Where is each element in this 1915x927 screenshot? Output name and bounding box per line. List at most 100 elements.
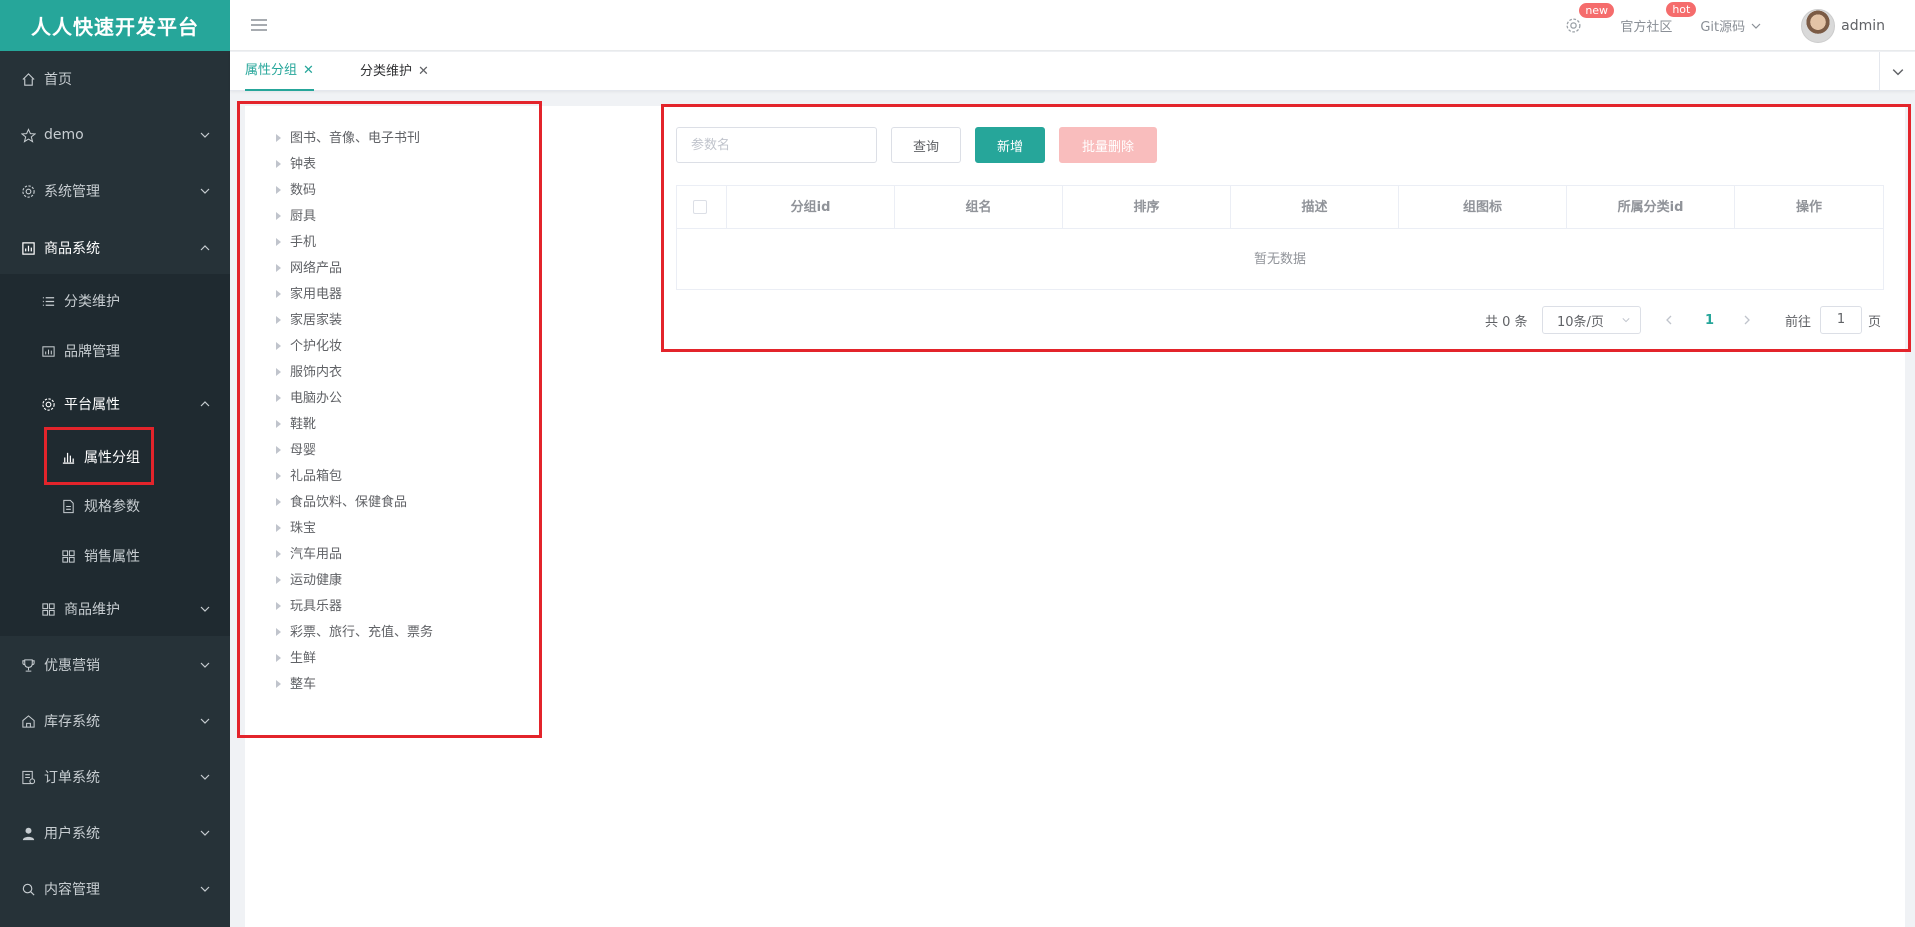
avatar[interactable] bbox=[1801, 8, 1836, 43]
sidebar-item-label: 订单系统 bbox=[44, 770, 100, 786]
menu-toggle-icon[interactable] bbox=[250, 16, 268, 34]
table-header: 分组id 组名 排序 描述 组图标 所属分类id 操作 bbox=[677, 186, 1883, 229]
sidebar-item-sale-attr[interactable]: 销售属性 bbox=[0, 544, 230, 568]
gear-icon bbox=[40, 396, 56, 412]
star-icon bbox=[20, 127, 36, 143]
tab-label: 分类维护 bbox=[360, 64, 413, 79]
goto-suffix: 页 bbox=[1868, 314, 1882, 330]
top-header: new 官方社区 hot Git源码 admin bbox=[230, 0, 1915, 51]
grid-icon bbox=[40, 601, 56, 617]
document-icon bbox=[60, 498, 76, 514]
gear-icon bbox=[20, 183, 36, 199]
git-dropdown[interactable]: Git源码 bbox=[1700, 16, 1761, 35]
sidebar-item-inventory[interactable]: 库存系统 bbox=[0, 709, 230, 733]
chevron-down-icon bbox=[200, 606, 210, 612]
search-icon bbox=[20, 881, 36, 897]
chevron-down-icon bbox=[200, 662, 210, 668]
sidebar-item-label: 品牌管理 bbox=[64, 344, 120, 360]
sidebar-item-label: 用户系统 bbox=[44, 826, 100, 842]
sidebar-item-marketing[interactable]: 优惠营销 bbox=[0, 653, 230, 677]
chevron-down-icon bbox=[200, 774, 210, 780]
chevron-up-icon bbox=[200, 245, 210, 251]
sidebar-item-label: 首页 bbox=[44, 72, 72, 88]
tabs-menu-button[interactable] bbox=[1879, 52, 1915, 91]
empty-text: 暂无数据 bbox=[1253, 252, 1306, 267]
sidebar-item-platform-attr[interactable]: 平台属性 bbox=[0, 392, 230, 416]
sidebar-item-label: 销售属性 bbox=[84, 549, 140, 565]
sidebar-item-product-system[interactable]: 商品系统 bbox=[0, 236, 230, 260]
sidebar-item-label: 优惠营销 bbox=[44, 658, 100, 674]
user-name[interactable]: admin bbox=[1841, 18, 1885, 34]
chevron-down-icon bbox=[200, 718, 210, 724]
highlight-box bbox=[44, 427, 154, 485]
sidebar-item-label: demo bbox=[44, 127, 84, 143]
sidebar-item-orders[interactable]: 订单系统 bbox=[0, 765, 230, 789]
column-header[interactable]: 操作 bbox=[1735, 186, 1883, 229]
add-button[interactable]: 新增 bbox=[975, 127, 1045, 163]
chevron-down-icon bbox=[200, 188, 210, 194]
chevron-down-icon bbox=[200, 830, 210, 836]
user-icon bbox=[20, 825, 36, 841]
column-header[interactable]: 组图标 bbox=[1399, 186, 1567, 229]
chevron-right-icon bbox=[1744, 315, 1750, 325]
settings-button[interactable]: new bbox=[1565, 3, 1615, 34]
chevron-up-icon bbox=[200, 401, 210, 407]
brand-logo: 人人快速开发平台 bbox=[0, 0, 230, 51]
sidebar-item-label: 库存系统 bbox=[44, 714, 100, 730]
sidebar-item-product-maint[interactable]: 商品维护 bbox=[0, 597, 230, 621]
grid-icon bbox=[60, 548, 76, 564]
sidebar-item-label: 商品维护 bbox=[64, 602, 120, 618]
community-label: 官方社区 bbox=[1620, 20, 1673, 35]
product-icon bbox=[20, 240, 36, 256]
chevron-down-icon bbox=[1751, 23, 1761, 29]
goto-prefix: 前往 bbox=[1785, 314, 1812, 330]
column-header[interactable]: 组名 bbox=[895, 186, 1063, 229]
home-icon bbox=[20, 71, 36, 87]
chevron-down-icon bbox=[1892, 68, 1903, 75]
sidebar-item-home[interactable]: 首页 bbox=[0, 67, 230, 91]
header-right: new 官方社区 hot Git源码 admin bbox=[1565, 0, 1915, 51]
select-all-checkbox[interactable] bbox=[693, 200, 707, 214]
close-icon[interactable]: ✕ bbox=[303, 51, 314, 90]
column-header[interactable]: 分组id bbox=[727, 186, 895, 229]
next-page-button[interactable] bbox=[1742, 306, 1752, 334]
brand-icon bbox=[40, 343, 56, 359]
column-header[interactable]: 描述 bbox=[1231, 186, 1399, 229]
chevron-down-icon bbox=[200, 886, 210, 892]
goto-page-input[interactable]: 1 bbox=[1820, 306, 1862, 334]
sidebar-item-system[interactable]: 系统管理 bbox=[0, 179, 230, 203]
total-count: 共 0 条 bbox=[1485, 314, 1528, 330]
page-number-current[interactable]: 1 bbox=[1705, 306, 1714, 334]
sidebar-item-spec-params[interactable]: 规格参数 bbox=[0, 494, 230, 518]
tab-category[interactable]: 分类维护 ✕ bbox=[360, 52, 429, 91]
param-name-input[interactable] bbox=[676, 127, 877, 163]
chevron-down-icon bbox=[1622, 318, 1630, 323]
sidebar-item-demo[interactable]: demo bbox=[0, 123, 230, 147]
column-header[interactable]: 排序 bbox=[1063, 186, 1231, 229]
sidebar-item-category[interactable]: 分类维护 bbox=[0, 289, 230, 313]
page-size-value: 10条/页 bbox=[1557, 314, 1604, 330]
sidebar-item-label: 商品系统 bbox=[44, 241, 100, 257]
gear-icon bbox=[1566, 18, 1581, 33]
query-button[interactable]: 查询 bbox=[891, 127, 961, 163]
sidebar-item-content[interactable]: 内容管理 bbox=[0, 877, 230, 901]
new-badge: new bbox=[1579, 3, 1615, 18]
batch-delete-button[interactable]: 批量删除 bbox=[1059, 127, 1157, 163]
sidebar-item-label: 内容管理 bbox=[44, 882, 100, 898]
tab-label: 属性分组 bbox=[245, 63, 298, 78]
column-header[interactable]: 所属分类id bbox=[1567, 186, 1735, 229]
sidebar-item-label: 系统管理 bbox=[44, 184, 100, 200]
close-icon[interactable]: ✕ bbox=[418, 52, 429, 91]
sidebar-item-brand[interactable]: 品牌管理 bbox=[0, 339, 230, 363]
chevron-down-icon bbox=[200, 132, 210, 138]
prev-page-button[interactable] bbox=[1664, 306, 1674, 334]
trophy-icon bbox=[20, 657, 36, 673]
tab-attr-group[interactable]: 属性分组 ✕ bbox=[245, 52, 314, 91]
community-link[interactable]: 官方社区 hot bbox=[1620, 2, 1697, 35]
tabs-bar: 属性分组 ✕ 分类维护 ✕ bbox=[230, 52, 1915, 91]
list-icon bbox=[40, 293, 56, 309]
sidebar-item-users[interactable]: 用户系统 bbox=[0, 821, 230, 845]
data-table: 分组id 组名 排序 描述 组图标 所属分类id 操作 暂无数据 bbox=[676, 185, 1884, 290]
page-size-select[interactable]: 10条/页 bbox=[1542, 306, 1641, 334]
git-label: Git源码 bbox=[1700, 20, 1746, 35]
